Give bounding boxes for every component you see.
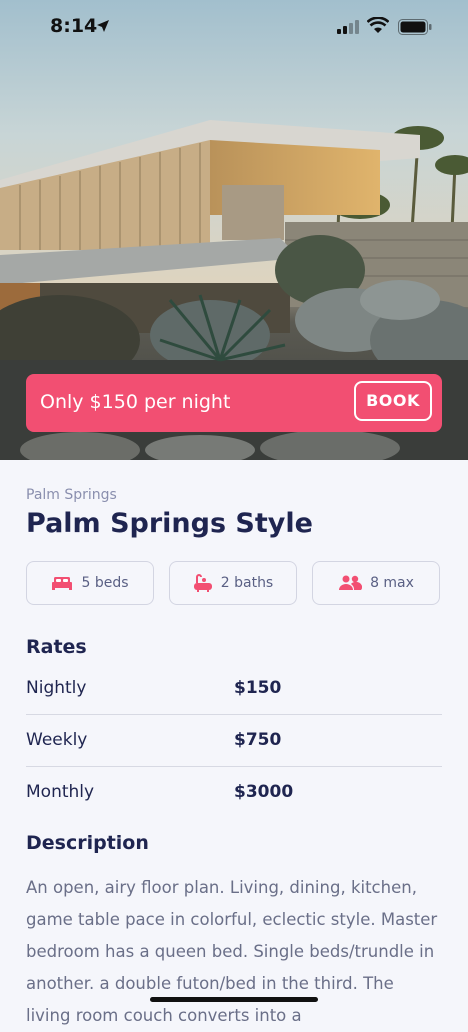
booking-banner: Only $150 per night BOOK (26, 374, 442, 432)
bed-icon (52, 577, 73, 590)
feature-baths-label: 2 baths (220, 575, 274, 591)
rate-row-weekly: Weekly $750 (26, 714, 442, 767)
feature-beds-label: 5 beds (81, 575, 129, 591)
rate-value: $150 (234, 678, 282, 698)
status-time: 8:14 (50, 15, 98, 37)
rate-value: $3000 (234, 782, 294, 802)
book-button[interactable]: BOOK (354, 381, 432, 421)
rate-label: Weekly (26, 730, 88, 750)
description-heading: Description (26, 832, 149, 854)
feature-guests-label: 8 max (370, 575, 414, 591)
listing-location: Palm Springs (26, 487, 117, 503)
rate-row-nightly: Nightly $150 (26, 662, 442, 715)
location-arrow-icon (97, 20, 109, 32)
rate-row-monthly: Monthly $3000 (26, 766, 442, 818)
feature-guests: 8 max (312, 561, 440, 605)
feature-beds: 5 beds (26, 561, 154, 605)
rate-value: $750 (234, 730, 282, 750)
people-icon (339, 575, 363, 590)
listing-title: Palm Springs Style (26, 508, 313, 539)
rate-label: Nightly (26, 678, 87, 698)
status-bar: 8:14 (0, 0, 468, 56)
rate-label: Monthly (26, 782, 95, 802)
home-indicator[interactable] (150, 997, 318, 1002)
feature-baths: 2 baths (169, 561, 297, 605)
battery-icon (398, 19, 432, 35)
price-per-night: Only $150 per night (40, 391, 231, 413)
bath-icon (193, 574, 212, 592)
listing-hero-image: 8:14 Only $150 per night BOOK (0, 0, 468, 460)
cellular-signal-icon (337, 20, 359, 34)
wifi-icon (367, 17, 389, 33)
listing-features: 5 beds 2 baths 8 max (26, 561, 442, 607)
rates-heading: Rates (26, 636, 87, 658)
description-text: An open, airy floor plan. Living, dining… (26, 878, 438, 1025)
